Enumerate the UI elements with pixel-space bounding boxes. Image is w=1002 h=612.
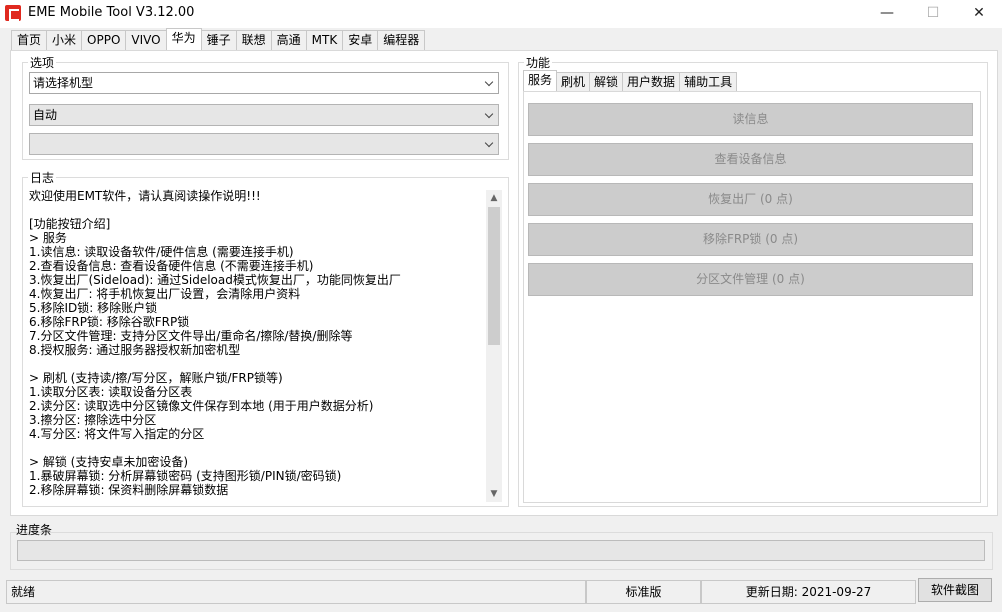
log-line: > 解锁 (支持安卓未加密设备) bbox=[29, 455, 189, 469]
log-line: 1.读取分区表: 读取设备分区表 bbox=[29, 385, 193, 399]
status-bar: 就绪 标准版 更新日期: 2021-09-27 bbox=[0, 578, 1002, 606]
function-group-title: 功能 bbox=[524, 54, 553, 71]
title-bar: EME Mobile Tool V3.12.00 — ☐ ✕ bbox=[0, 0, 1002, 28]
log-line: 4.恢复出厂: 将手机恢复出厂设置，会清除用户资料 bbox=[29, 287, 301, 301]
options-group-title: 选项 bbox=[28, 54, 57, 71]
main-tab-strip: 首页 小米 OPPO VIVO 华为 锤子 联想 高通 MTK 安卓 编程器 bbox=[11, 28, 426, 50]
chevron-down-icon bbox=[484, 138, 494, 148]
screenshot-button[interactable]: 软件截图 bbox=[918, 578, 992, 602]
log-line: 8.授权服务: 通过服务器授权新加密机型 bbox=[29, 343, 241, 357]
log-line: 4.写分区: 将文件写入指定的分区 bbox=[29, 427, 205, 441]
progress-bar bbox=[17, 540, 985, 561]
tab-8[interactable]: MTK bbox=[305, 30, 344, 50]
app-logo-icon bbox=[5, 5, 21, 21]
tab-1[interactable]: 小米 bbox=[46, 30, 83, 50]
third-select[interactable] bbox=[29, 133, 499, 155]
log-scrollbar[interactable]: ▲ ▼ bbox=[486, 190, 502, 502]
minimize-button[interactable]: — bbox=[864, 0, 910, 28]
status-state: 就绪 bbox=[6, 580, 586, 604]
tab-9[interactable]: 安卓 bbox=[342, 30, 379, 50]
window-title: EME Mobile Tool V3.12.00 bbox=[28, 5, 195, 20]
tab-6[interactable]: 联想 bbox=[235, 30, 272, 50]
log-line: 欢迎使用EMT软件，请认真阅读操作说明!!! bbox=[29, 189, 261, 203]
log-line: 7.分区文件管理: 支持分区文件导出/重命名/擦除/替换/删除等 bbox=[29, 329, 353, 343]
log-line: 3.擦分区: 擦除选中分区 bbox=[29, 413, 157, 427]
log-line: 5.移除ID锁: 移除账户锁 bbox=[29, 301, 158, 315]
progress-title: 进度条 bbox=[16, 523, 53, 537]
log-line: 2.读分区: 读取选中分区镜像文件保存到本地 (用于用户数据分析) bbox=[29, 399, 374, 413]
function-button-2[interactable]: 恢复出厂 (0 点) bbox=[528, 183, 973, 216]
log-line: > 服务 bbox=[29, 231, 67, 245]
model-select-value: 请选择机型 bbox=[33, 76, 94, 90]
maximize-button[interactable]: ☐ bbox=[910, 0, 956, 28]
function-tab-strip: 服务 刷机 解锁 用户数据 辅助工具 bbox=[523, 70, 738, 92]
scroll-down-icon[interactable]: ▼ bbox=[486, 486, 502, 502]
tab-2[interactable]: OPPO bbox=[81, 30, 127, 50]
function-button-4[interactable]: 分区文件管理 (0 点) bbox=[528, 263, 973, 296]
chevron-down-icon bbox=[484, 109, 494, 119]
log-line: 1.暴破屏幕锁: 分析屏幕锁密码 (支持图形锁/PIN锁/密码锁) bbox=[29, 469, 342, 483]
tab-0[interactable]: 首页 bbox=[11, 30, 48, 50]
log-line: 2.查看设备信息: 查看设备硬件信息 (不需要连接手机) bbox=[29, 259, 314, 273]
tab-7[interactable]: 高通 bbox=[270, 30, 307, 50]
function-button-1[interactable]: 查看设备信息 bbox=[528, 143, 973, 176]
tab-4[interactable]: 华为 bbox=[165, 28, 202, 50]
function-tab-2[interactable]: 解锁 bbox=[589, 72, 624, 91]
log-textarea[interactable]: 欢迎使用EMT软件，请认真阅读操作说明!!! [功能按钮介绍] > 服务 1.读信息:… bbox=[29, 189, 484, 505]
status-update: 更新日期: 2021-09-27 bbox=[701, 580, 916, 604]
log-line: [功能按钮介绍] bbox=[29, 217, 111, 231]
log-line: 6.移除FRP锁: 移除谷歌FRP锁 bbox=[29, 315, 190, 329]
mode-select[interactable]: 自动 bbox=[29, 104, 499, 126]
log-line: 1.读信息: 读取设备软件/硬件信息 (需要连接手机) bbox=[29, 245, 294, 259]
scroll-up-icon[interactable]: ▲ bbox=[486, 190, 502, 206]
close-button[interactable]: ✕ bbox=[956, 0, 1002, 28]
tab-10[interactable]: 编程器 bbox=[377, 30, 426, 50]
status-edition: 标准版 bbox=[586, 580, 701, 604]
log-group-title: 日志 bbox=[28, 169, 57, 186]
update-date: 2021-09-27 bbox=[801, 585, 872, 599]
tab-5[interactable]: 锤子 bbox=[200, 30, 237, 50]
log-line: 3.恢复出厂(Sideload): 通过Sideload模式恢复出厂，功能同恢复… bbox=[29, 273, 401, 287]
function-tab-1[interactable]: 刷机 bbox=[556, 72, 591, 91]
model-select[interactable]: 请选择机型 bbox=[29, 72, 499, 94]
update-label: 更新日期: bbox=[745, 585, 798, 599]
scroll-thumb[interactable] bbox=[488, 207, 500, 345]
function-panel: 读信息查看设备信息 恢复出厂 (0 点) 移除FRP锁 (0 点) 分区文件管理 (0… bbox=[523, 91, 981, 503]
function-button-0[interactable]: 读信息 bbox=[528, 103, 973, 136]
log-line: 2.移除屏幕锁: 保资料删除屏幕锁数据 bbox=[29, 483, 229, 497]
chevron-down-icon bbox=[484, 77, 494, 87]
function-button-3[interactable]: 移除FRP锁 (0 点) bbox=[528, 223, 973, 256]
function-tab-0[interactable]: 服务 bbox=[523, 70, 558, 91]
tab-3[interactable]: VIVO bbox=[125, 30, 167, 50]
log-line: > 刷机 (支持读/擦/写分区，解账户锁/FRP锁等) bbox=[29, 371, 283, 385]
mode-select-value: 自动 bbox=[33, 108, 58, 122]
function-tab-3[interactable]: 用户数据 bbox=[622, 72, 681, 91]
function-tab-4[interactable]: 辅助工具 bbox=[679, 72, 738, 91]
